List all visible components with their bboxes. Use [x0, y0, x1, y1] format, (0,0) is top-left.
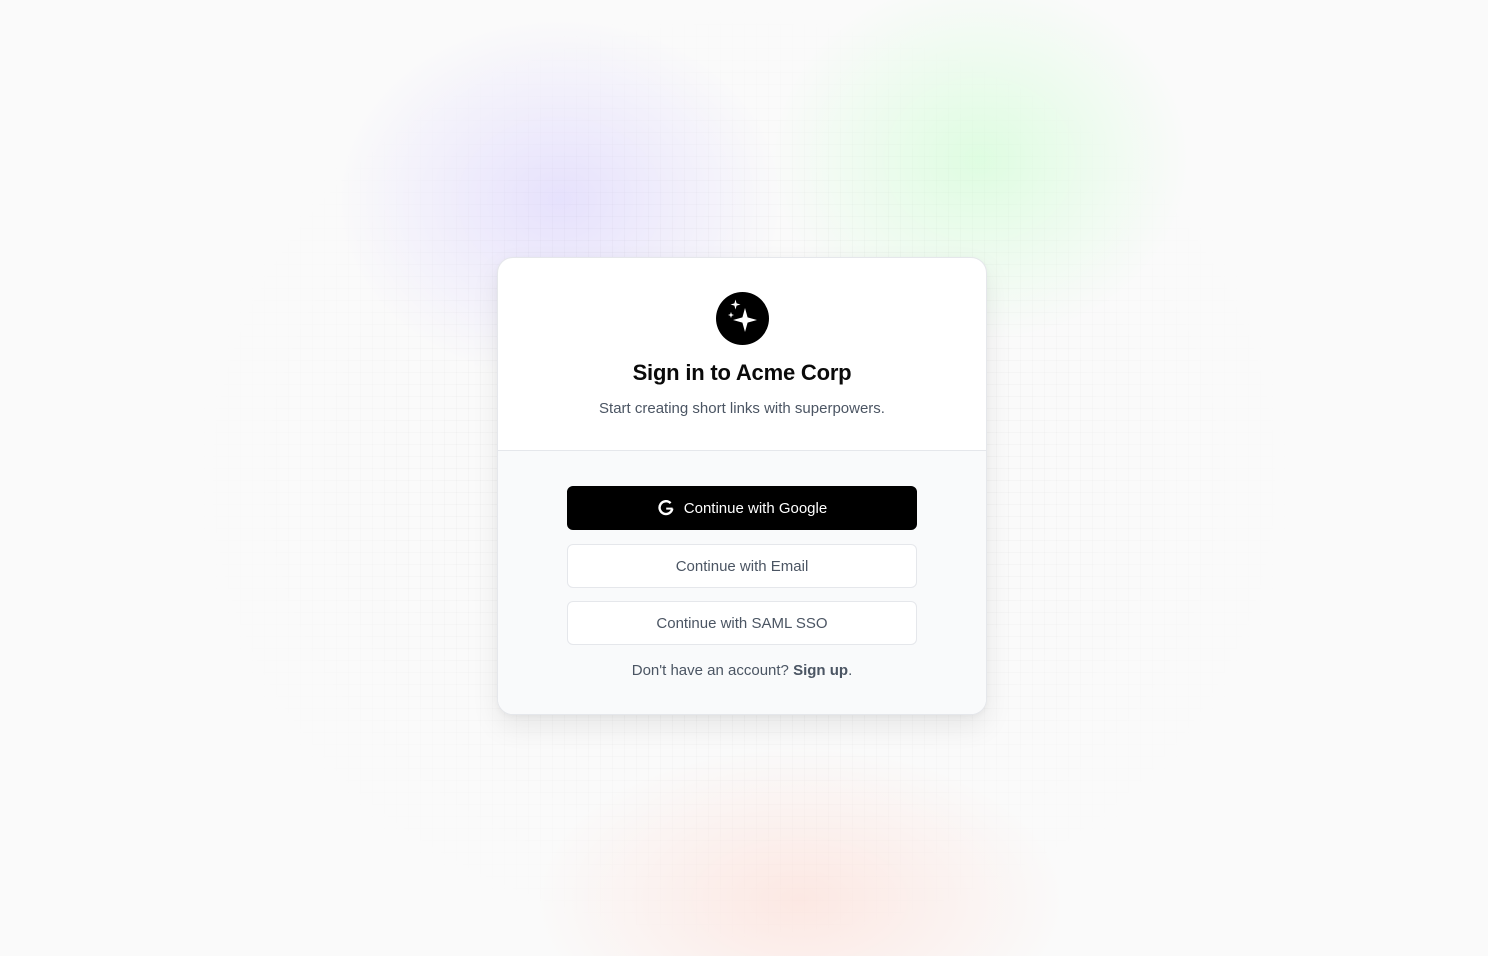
signup-suffix: .	[848, 662, 853, 679]
sparkles-icon	[715, 292, 769, 345]
signin-card: Sign in to Acme Corp Start creating shor…	[497, 257, 987, 715]
signup-prompt: Don't have an account? Sign up.	[632, 662, 853, 679]
page-subtitle: Start creating short links with superpow…	[599, 400, 885, 417]
card-body: Continue with Google Continue with Email…	[498, 451, 986, 714]
continue-with-saml-sso-button[interactable]: Continue with SAML SSO	[567, 601, 917, 645]
continue-with-email-button[interactable]: Continue with Email	[567, 544, 917, 588]
continue-with-google-button[interactable]: Continue with Google	[567, 486, 917, 530]
signup-link[interactable]: Sign up	[793, 662, 848, 679]
email-button-label: Continue with Email	[675, 557, 809, 575]
google-button-label: Continue with Google	[683, 499, 828, 517]
page-title: Sign in to Acme Corp	[632, 360, 852, 385]
saml-button-label: Continue with SAML SSO	[656, 614, 828, 632]
signup-prompt-text: Don't have an account?	[631, 662, 789, 679]
google-icon	[657, 499, 675, 517]
card-header: Sign in to Acme Corp Start creating shor…	[498, 258, 986, 451]
